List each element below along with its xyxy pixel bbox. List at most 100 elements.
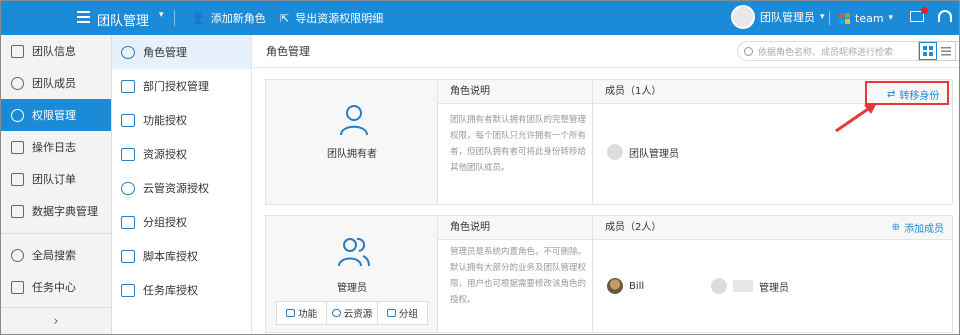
user-key-icon xyxy=(121,45,135,59)
description-header: 角色说明 xyxy=(438,80,592,104)
info-card-icon xyxy=(11,44,24,58)
chevron-down-icon[interactable]: ▾ xyxy=(159,10,164,20)
cloud-icon xyxy=(121,181,135,195)
sidebar-item-label: 权限管理 xyxy=(32,109,76,122)
sidebar-item-team-info[interactable]: 团队信息 xyxy=(1,35,111,67)
chevron-down-icon: ▾ xyxy=(888,13,894,23)
member-item[interactable]: 管理员 xyxy=(711,278,789,294)
code-icon xyxy=(121,249,135,263)
mail-icon[interactable] xyxy=(910,7,928,22)
annotation-arrow-icon xyxy=(835,103,877,133)
app-window: 团队管理 ▾ 👤 添加新角色 ⇱ 导出资源权限明细 团队管理员 ▾ team ▾ xyxy=(0,0,960,335)
subnav-item-function[interactable]: 功能授权 xyxy=(112,103,251,137)
sidebar-item-label: 操作日志 xyxy=(32,141,76,154)
menu-icon[interactable] xyxy=(77,11,90,26)
sidebar-item-permissions[interactable]: 权限管理 xyxy=(1,99,111,131)
role-description: 团队拥有者默认拥有团队的完整管理权限，每个团队只允许拥有一个所有者，但团队拥有者… xyxy=(450,115,587,173)
top-bar: 团队管理 ▾ 👤 添加新角色 ⇱ 导出资源权限明细 团队管理员 ▾ team ▾ xyxy=(1,1,959,35)
subnav-item-label: 分组授权 xyxy=(143,216,187,229)
subnav-item-tasklib[interactable]: 任务库授权 xyxy=(112,273,251,307)
subnav-item-label: 云管资源授权 xyxy=(143,182,209,195)
subnav-item-resource[interactable]: 资源授权 xyxy=(112,137,251,171)
user-plus-icon: 👤 xyxy=(191,11,205,25)
sidebar-item-label: 团队订单 xyxy=(32,173,76,186)
grid-view-icon[interactable] xyxy=(919,42,938,60)
page-title: 角色管理 xyxy=(266,45,310,58)
member-name: 团队管理员 xyxy=(629,148,679,160)
sidebar-item-global-search[interactable]: 全局搜索 xyxy=(1,239,111,271)
sidebar: 团队信息 团队成员 权限管理 操作日志 团队订单 数据字典管理 全局搜索 任务中… xyxy=(1,35,112,334)
windows-logo-icon xyxy=(839,12,850,24)
log-icon xyxy=(11,140,24,154)
team-name: team xyxy=(855,11,884,25)
user-menu[interactable]: 团队管理员 ▾ xyxy=(731,5,825,29)
cloud-icon xyxy=(331,309,341,317)
export-icon: ⇱ xyxy=(280,11,290,25)
cloud-resource-button[interactable]: 云资源 xyxy=(327,302,378,324)
description-cell: 角色说明 管理员是系统内置角色，不可删除。默认拥有大部分的业务及团队管理权限，用… xyxy=(438,216,593,332)
sidebar-item-orders[interactable]: 团队订单 xyxy=(1,163,111,195)
sidebar-item-label: 数据字典管理 xyxy=(32,205,98,218)
avatar xyxy=(607,144,623,160)
divider xyxy=(253,67,959,68)
search-icon xyxy=(744,46,753,56)
sidebar-item-dictionary[interactable]: 数据字典管理 xyxy=(1,195,111,227)
group-button[interactable]: 分组 xyxy=(378,302,427,324)
subnav-item-label: 功能授权 xyxy=(143,114,187,127)
function-button[interactable]: 功能 xyxy=(277,302,328,324)
button-label: 功能 xyxy=(298,309,318,320)
divider xyxy=(1,233,111,234)
role-description: 管理员是系统内置角色，不可删除。默认拥有大部分的业务及团队管理权限，用户也可根据… xyxy=(450,247,587,305)
sidebar-item-logs[interactable]: 操作日志 xyxy=(1,131,111,163)
button-label: 分组 xyxy=(398,309,418,320)
member-item[interactable]: Bill xyxy=(607,278,644,294)
order-icon xyxy=(11,172,24,186)
button-label: 云资源 xyxy=(343,309,373,320)
grid-icon xyxy=(286,309,296,317)
sidebar-item-label: 任务中心 xyxy=(32,281,76,294)
list-view-icon[interactable] xyxy=(937,42,955,60)
role-cell: 团队拥有者 xyxy=(266,80,438,204)
headset-icon[interactable] xyxy=(938,10,952,22)
divider xyxy=(174,10,175,26)
add-role-button[interactable]: 👤 添加新角色 xyxy=(191,1,266,35)
role-card-admin: 管理员 功能 云资源 分组 角色说明 管理员是系统内置角色，不可删除。默认拥有大… xyxy=(265,215,953,333)
role-cell: 管理员 功能 云资源 分组 xyxy=(266,216,438,332)
subnav-item-cloud[interactable]: 云管资源授权 xyxy=(112,171,251,205)
app-title[interactable]: 团队管理 xyxy=(97,10,149,29)
export-button[interactable]: ⇱ 导出资源权限明细 xyxy=(280,1,383,35)
description-cell: 角色说明 团队拥有者默认拥有团队的完整管理权限，每个团队只允许拥有一个所有者，但… xyxy=(438,80,593,204)
subnav-item-script[interactable]: 脚本库授权 xyxy=(112,239,251,273)
user-icon xyxy=(340,105,368,136)
team-switcher[interactable]: team ▾ xyxy=(839,1,893,35)
subnav-item-label: 角色管理 xyxy=(143,46,187,59)
member-item[interactable]: 团队管理员 xyxy=(607,144,679,160)
user-name: 团队管理员 xyxy=(760,11,815,24)
book-icon xyxy=(11,204,24,218)
sidebar-item-members[interactable]: 团队成员 xyxy=(1,67,111,99)
users-icon xyxy=(338,237,370,267)
member-name: 管理员 xyxy=(759,282,789,294)
main-content: 角色管理 依据角色名称、成员昵称进行检索 团队拥有者 角色说明 团队拥有者默认拥… xyxy=(253,35,959,334)
subnav-item-group[interactable]: 分组授权 xyxy=(112,205,251,239)
chevron-down-icon: ▾ xyxy=(820,12,825,22)
add-member-button[interactable]: ⊕ 添加成员 xyxy=(892,220,944,235)
sidebar-item-tasks[interactable]: 任务中心 xyxy=(1,271,111,303)
user-key-icon xyxy=(11,108,24,122)
add-role-label: 添加新角色 xyxy=(210,12,266,25)
list-icon xyxy=(121,113,135,127)
subnav-item-roles[interactable]: 角色管理 xyxy=(112,35,251,69)
subnav-item-department[interactable]: 部门授权管理 xyxy=(112,69,251,103)
subnav-item-label: 部门授权管理 xyxy=(143,80,209,93)
sidebar-item-label: 团队成员 xyxy=(32,77,76,90)
subnav-item-label: 资源授权 xyxy=(143,148,187,161)
chevron-right-icon[interactable]: › xyxy=(1,307,111,334)
export-label: 导出资源权限明细 xyxy=(295,12,384,25)
search-icon xyxy=(11,248,24,262)
subnav-item-label: 脚本库授权 xyxy=(143,250,198,263)
sidebar-item-label: 全局搜索 xyxy=(32,249,76,262)
role-action-group: 功能 云资源 分组 xyxy=(276,301,428,325)
org-chart-icon xyxy=(121,79,135,93)
folder-icon xyxy=(386,309,396,317)
member-name: Bill xyxy=(629,280,645,292)
